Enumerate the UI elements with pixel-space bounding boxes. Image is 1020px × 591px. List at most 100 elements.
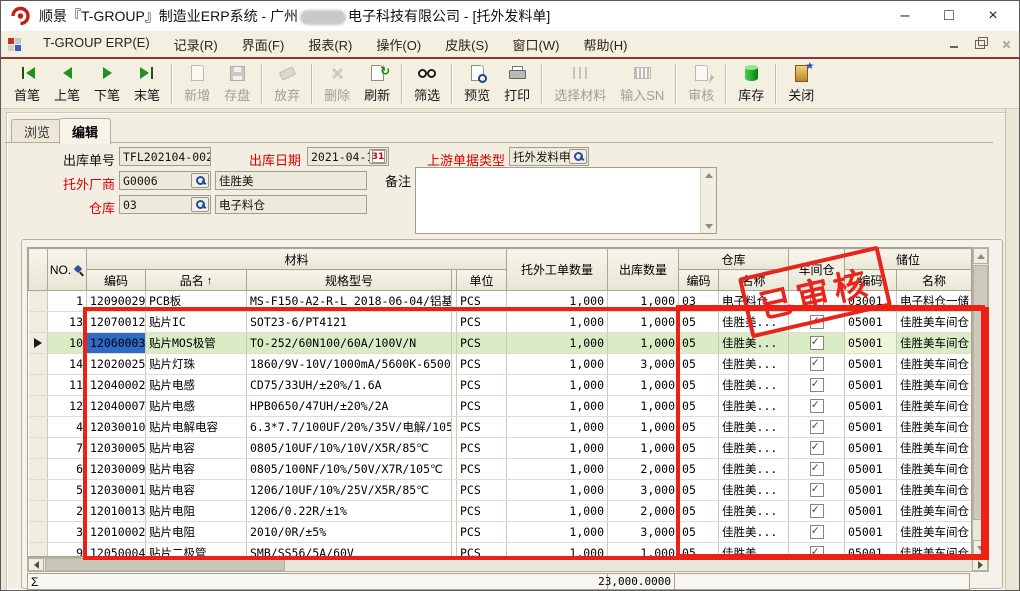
cell-loc-code[interactable]: 05001 (845, 501, 897, 522)
cell-out-qty[interactable]: 1,000 (608, 417, 679, 438)
cell-out-qty[interactable]: 1,000 (608, 396, 679, 417)
cell-no[interactable]: 6 (48, 459, 87, 480)
cell-no[interactable]: 2 (48, 501, 87, 522)
tab-browse[interactable]: 浏览 (11, 119, 63, 143)
cell-spec[interactable]: 0805/100NF/10%/50V/X7R/105℃ (247, 459, 452, 480)
table-row[interactable]: 1412020025贴片灯珠1860/9V-10V/1000mA/5600K-6… (29, 354, 972, 375)
cell-wo-qty[interactable]: 1,000 (507, 375, 608, 396)
header-wo-qty[interactable]: 托外工单数量 (507, 249, 608, 291)
cell-out-qty[interactable]: 1,000 (608, 333, 679, 354)
remark-scrollbar[interactable] (700, 168, 716, 233)
cell-wh-code[interactable]: 05 (679, 522, 719, 543)
cell-out-qty[interactable]: 3,000 (608, 354, 679, 375)
cell-name[interactable]: 贴片电阻 (146, 522, 247, 543)
cell-unit[interactable]: PCS (457, 522, 507, 543)
scroll-up-icon[interactable] (701, 168, 716, 182)
cell-wo-qty[interactable]: 1,000 (507, 501, 608, 522)
cell-unit[interactable]: PCS (457, 291, 507, 312)
cell-unit[interactable]: PCS (457, 501, 507, 522)
cell-no[interactable]: 1 (48, 291, 87, 312)
mdi-minimize-button[interactable] (947, 38, 961, 50)
cell-out-qty[interactable]: 3,000 (608, 522, 679, 543)
out-date-input[interactable]: 2021-04-15 31 (307, 147, 389, 166)
header-no[interactable]: NO. (48, 249, 87, 291)
vendor-lookup-button[interactable] (191, 173, 209, 188)
cell-spec[interactable]: 1206/0.22R/±1% (247, 501, 452, 522)
header-wh-code[interactable]: 编码 (679, 270, 719, 291)
row-indicator[interactable] (29, 354, 48, 375)
cell-unit[interactable]: PCS (457, 438, 507, 459)
toolbar-nav-first-button[interactable]: 首笔 (7, 62, 47, 106)
cell-code[interactable]: 12020025 (87, 354, 146, 375)
cell-name[interactable]: 贴片电阻 (146, 501, 247, 522)
cell-spec[interactable]: 1206/10UF/10%/25V/X5R/85℃ (247, 480, 452, 501)
cell-code[interactable]: 12060003 (87, 333, 146, 354)
cell-loc-name[interactable]: 佳胜美车间仓 (897, 417, 972, 438)
cell-wo-qty[interactable]: 1,000 (507, 522, 608, 543)
header-unit[interactable]: 单位 (457, 270, 507, 291)
cell-out-qty[interactable]: 3,000 (608, 480, 679, 501)
cell-no[interactable]: 3 (48, 522, 87, 543)
vendor-code-input[interactable]: G0006 (119, 171, 211, 190)
header-loc-name[interactable]: 名称 (897, 270, 972, 291)
cell-unit[interactable]: PCS (457, 480, 507, 501)
table-row[interactable]: 912050004贴片二极管SMB/SS56/5A/60VPCS1,0001,0… (29, 543, 972, 558)
row-indicator[interactable] (29, 480, 48, 501)
cell-name[interactable]: 贴片IC (146, 312, 247, 333)
cell-wo-qty[interactable]: 1,000 (507, 291, 608, 312)
cell-loc-name[interactable]: 佳胜美车间仓 (897, 501, 972, 522)
shop-warehouse-checkbox[interactable] (810, 378, 824, 392)
cell-wo-qty[interactable]: 1,000 (507, 354, 608, 375)
cell-unit[interactable]: PCS (457, 543, 507, 558)
cell-shop-wh[interactable] (789, 522, 845, 543)
scrollbar-thumb[interactable] (973, 265, 988, 520)
cell-wh-name[interactable]: 佳胜美... (719, 417, 789, 438)
cell-wh-name[interactable]: 佳胜美... (719, 375, 789, 396)
menu-item[interactable]: 帮助(H) (571, 32, 639, 57)
cell-loc-code[interactable]: 05001 (845, 543, 897, 558)
cell-no[interactable]: 4 (48, 417, 87, 438)
cell-loc-code[interactable]: 05001 (845, 417, 897, 438)
cell-loc-name[interactable]: 佳胜美车间仓 (897, 312, 972, 333)
table-row[interactable]: 512030001贴片电容1206/10UF/10%/25V/X5R/85℃PC… (29, 480, 972, 501)
header-spec[interactable]: 规格型号 (247, 270, 452, 291)
cell-wh-code[interactable]: 05 (679, 480, 719, 501)
scroll-up-icon[interactable] (973, 248, 988, 264)
cell-wh-code[interactable]: 05 (679, 375, 719, 396)
cell-loc-name[interactable]: 电子料仓一储 (897, 291, 972, 312)
shop-warehouse-checkbox[interactable] (810, 525, 824, 539)
cell-loc-name[interactable]: 佳胜美车间仓 (897, 522, 972, 543)
cell-spec[interactable]: CD75/33UH/±20%/1.6A (247, 375, 452, 396)
cell-code[interactable]: 12030010 (87, 417, 146, 438)
cell-no[interactable]: 7 (48, 438, 87, 459)
remark-textarea[interactable] (416, 168, 700, 233)
table-row[interactable]: 1212040007贴片电感HPB0650/47UH/±20%/2APCS1,0… (29, 396, 972, 417)
scroll-right-icon[interactable] (972, 558, 988, 571)
cell-code[interactable]: 12010002 (87, 522, 146, 543)
toolbar-preview-button[interactable]: 预览 (457, 62, 497, 106)
cell-wh-code[interactable]: 05 (679, 543, 719, 558)
shop-warehouse-checkbox[interactable] (810, 441, 824, 455)
cell-name[interactable]: 贴片电容 (146, 459, 247, 480)
upstream-lookup-button[interactable] (569, 149, 587, 164)
table-row[interactable]: 612030009贴片电容0805/100NF/10%/50V/X7R/105℃… (29, 459, 972, 480)
toolbar-nav-next-button[interactable]: 下笔 (87, 62, 127, 106)
cell-name[interactable]: PCB板 (146, 291, 247, 312)
header-code[interactable]: 编码 (87, 270, 146, 291)
cell-wo-qty[interactable]: 1,000 (507, 312, 608, 333)
row-indicator[interactable] (29, 312, 48, 333)
table-row[interactable]: 212010013贴片电阻1206/0.22R/±1%PCS1,0002,000… (29, 501, 972, 522)
cell-no[interactable]: 9 (48, 543, 87, 558)
menu-item[interactable]: 窗口(W) (501, 32, 572, 57)
row-indicator[interactable] (29, 375, 48, 396)
cell-spec[interactable]: SMB/SS56/5A/60V (247, 543, 452, 558)
cell-loc-code[interactable]: 05001 (845, 333, 897, 354)
row-indicator[interactable] (29, 501, 48, 522)
cell-code[interactable]: 12050004 (87, 543, 146, 558)
cell-code[interactable]: 12040002 (87, 375, 146, 396)
cell-wo-qty[interactable]: 1,000 (507, 480, 608, 501)
grid-horizontal-scrollbar[interactable] (27, 557, 989, 572)
cell-wh-name[interactable]: 佳胜美... (719, 396, 789, 417)
cell-shop-wh[interactable] (789, 417, 845, 438)
cell-loc-code[interactable]: 05001 (845, 396, 897, 417)
